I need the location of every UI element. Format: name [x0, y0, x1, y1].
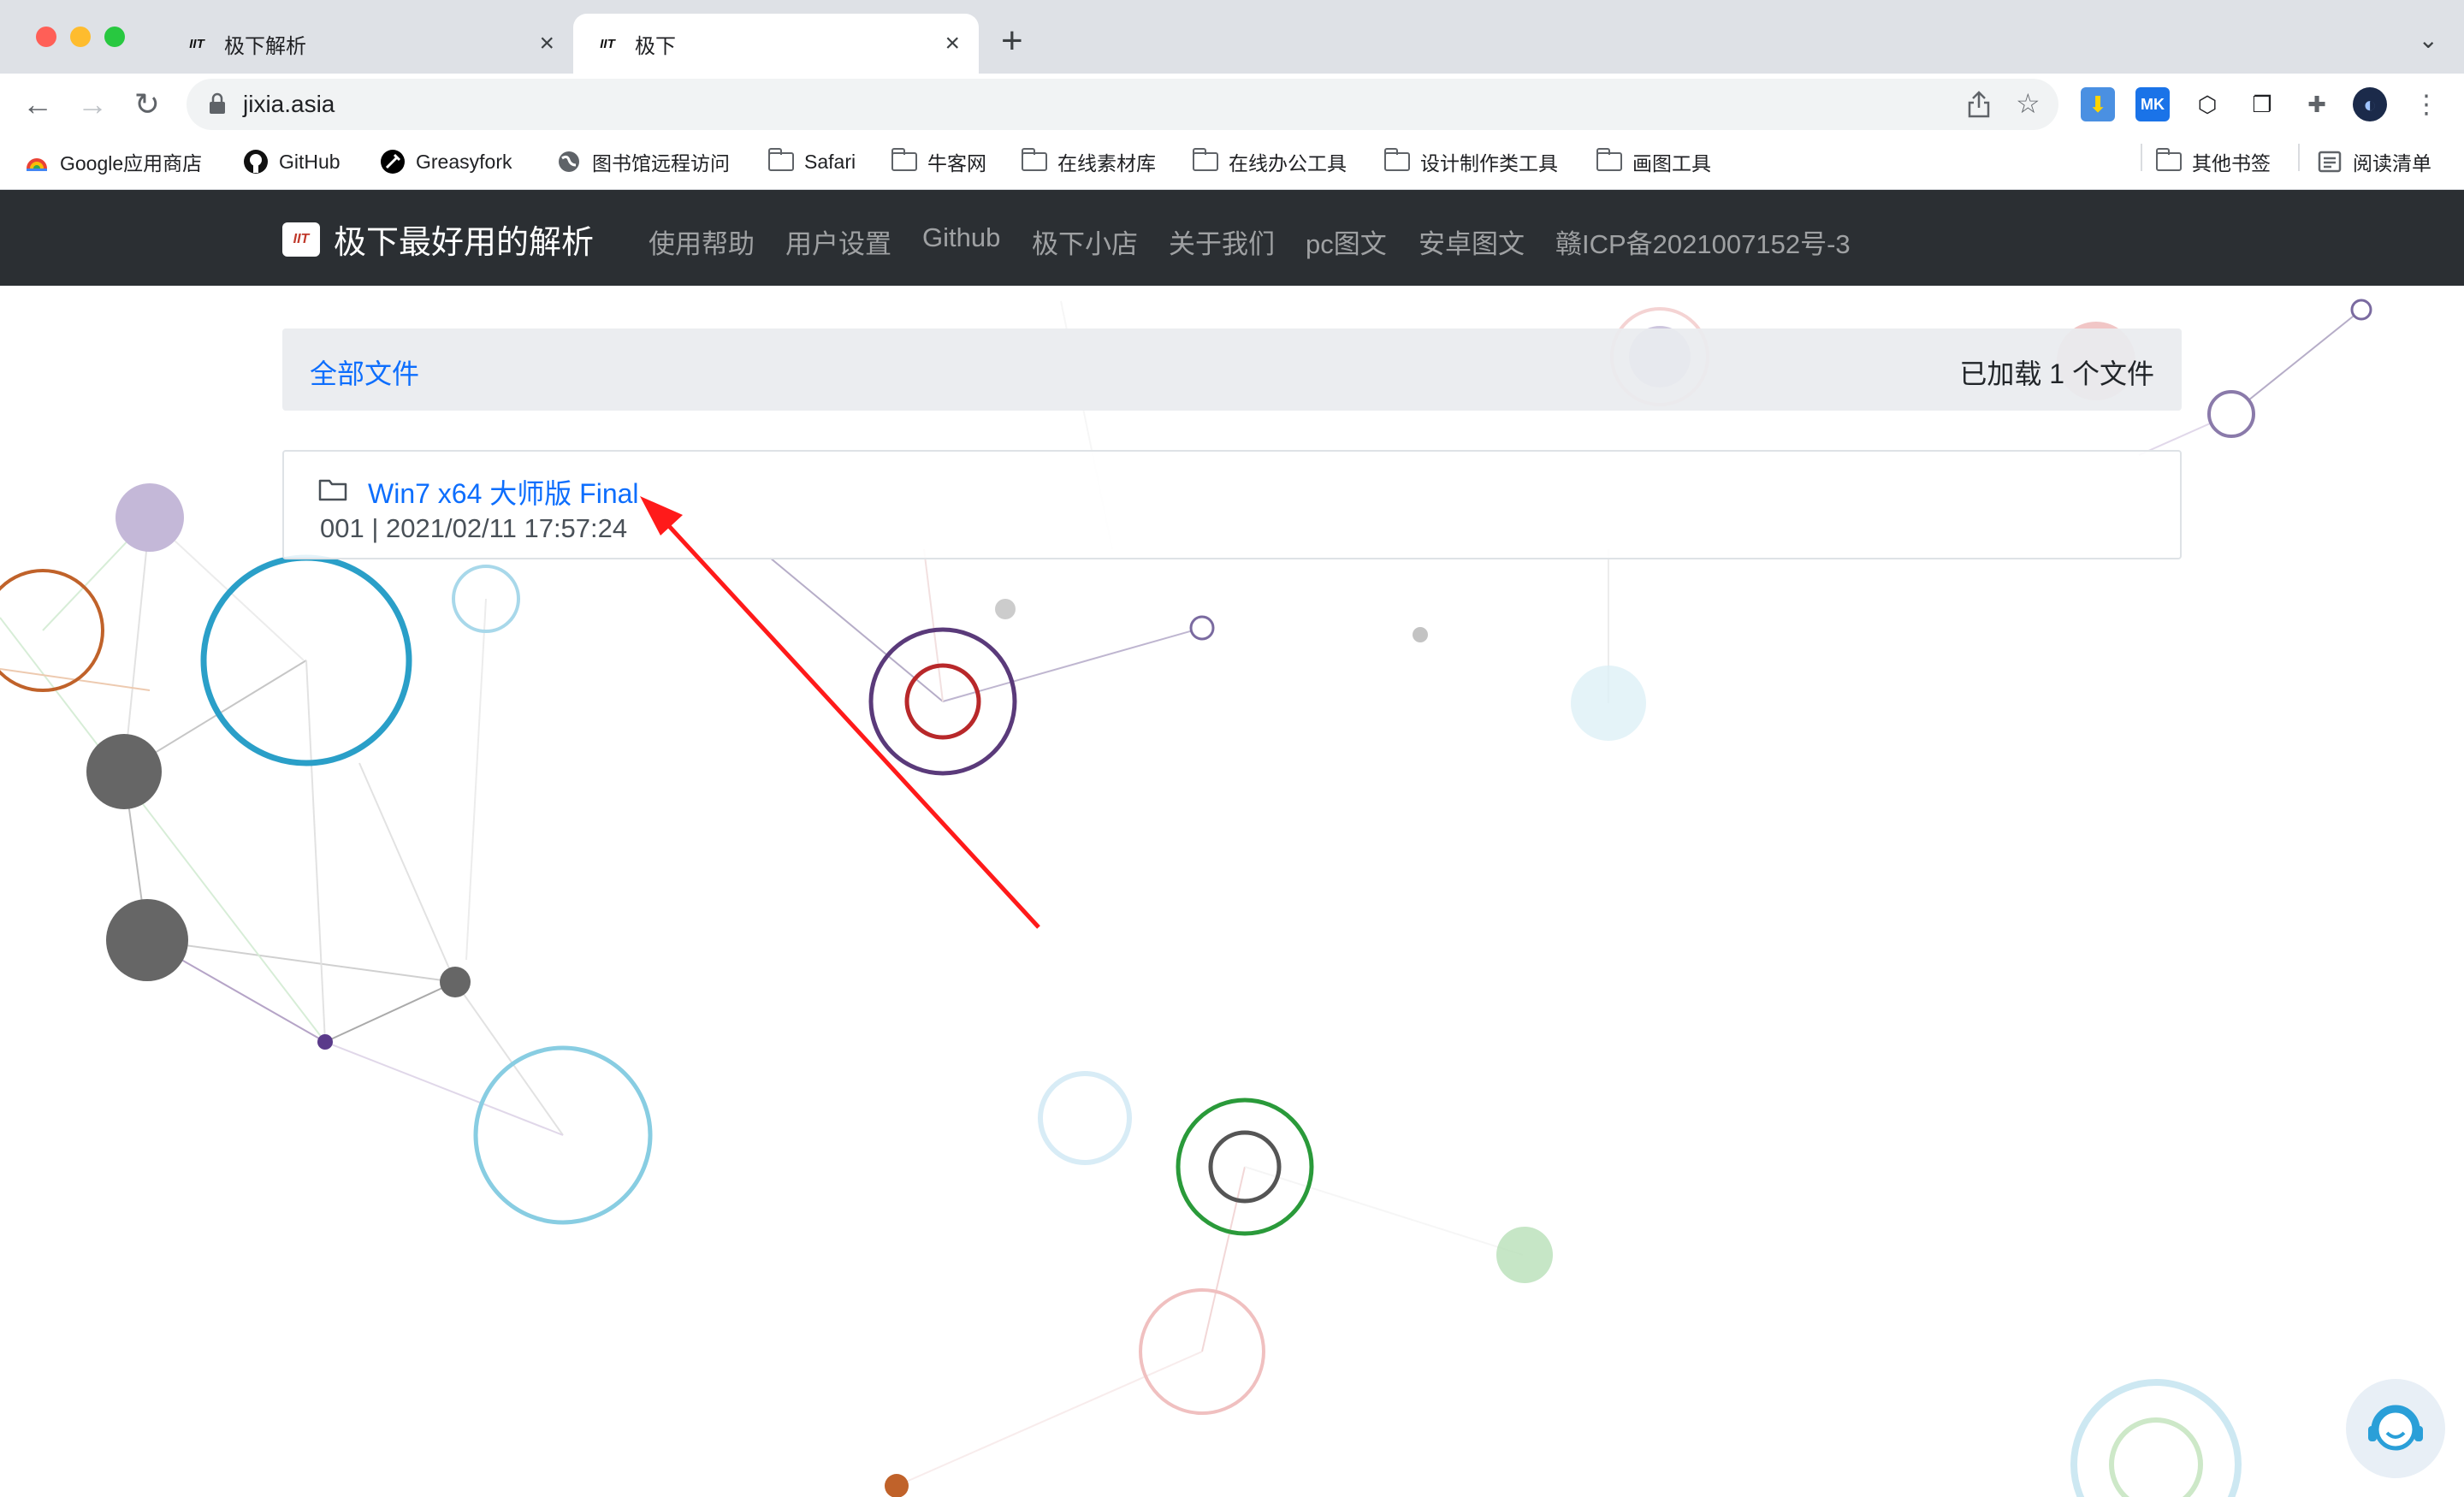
folder-icon	[1191, 148, 1220, 175]
download-extension-icon[interactable]: ⬇	[2081, 87, 2115, 121]
window-minimize-button[interactable]	[70, 27, 91, 47]
bookmark-folder-safari[interactable]: Safari	[767, 147, 856, 176]
folder-icon	[1595, 148, 1624, 175]
share-icon[interactable]	[1966, 91, 1992, 118]
bookmark-label: Google应用商店	[60, 152, 203, 175]
tab-title: 极下	[635, 34, 676, 58]
nav-link-help[interactable]: 使用帮助	[649, 222, 755, 261]
nav-link-android-guide[interactable]: 安卓图文	[1419, 222, 1525, 261]
nav-link-pc-guide[interactable]: pc图文	[1306, 222, 1387, 261]
bookmark-label: Greasyfork	[416, 150, 512, 173]
tab-close-icon[interactable]: ×	[539, 31, 554, 56]
tab-jixia[interactable]: IIT 极下 ×	[573, 14, 979, 74]
tab-jixia-parse[interactable]: IIT 极下解析 ×	[163, 14, 573, 74]
site-brand-name: 极下最好用的解析	[334, 225, 595, 261]
profile-avatar[interactable]: ◐	[2353, 87, 2387, 121]
tab-search-chevron-icon[interactable]: ⌄	[2419, 26, 2438, 54]
bookmark-label: 图书馆远程访问	[592, 152, 730, 175]
bookmark-folder-design[interactable]: 设计制作类工具	[1383, 147, 1558, 176]
nav-link-user-settings[interactable]: 用户设置	[785, 222, 891, 261]
bookmark-other-folder[interactable]: 其他书签	[2154, 147, 2271, 176]
site-navbar: IIT 极下最好用的解析 使用帮助 用户设置 Github 极下小店 关于我们 …	[0, 190, 2464, 286]
folder-icon	[318, 479, 347, 501]
site-brand[interactable]: IIT 极下最好用的解析	[282, 216, 594, 263]
nav-link-github[interactable]: Github	[922, 222, 1000, 253]
site-favicon-icon: IIT	[189, 36, 204, 51]
copy-extension-icon[interactable]: ❐	[2245, 87, 2279, 121]
back-button[interactable]: ←	[19, 86, 56, 123]
bookmark-github[interactable]: GitHub	[241, 147, 341, 176]
bookmarks-divider	[2298, 144, 2300, 171]
file-meta: 001 | 2021/02/11 17:57:24	[320, 513, 628, 543]
nav-link-icp[interactable]: 赣ICP备2021007152号-3	[1555, 222, 1851, 261]
browser-toolbar: ← → ↻ jixia.asia ☆ ⬇ MK ⬡ ❐ ✚ ◐ ⋮	[0, 74, 2464, 135]
github-icon	[241, 149, 270, 175]
reading-list-icon	[2315, 149, 2344, 175]
bookmark-label: 在线素材库	[1057, 152, 1156, 175]
reload-button[interactable]: ↻	[128, 86, 166, 123]
web-page: IIT 极下最好用的解析 使用帮助 用户设置 Github 极下小店 关于我们 …	[0, 190, 2464, 1497]
new-tab-button[interactable]: +	[1001, 22, 1023, 60]
window-zoom-button[interactable]	[104, 27, 125, 47]
bookmark-folder-nowcoder[interactable]: 牛客网	[890, 147, 986, 176]
greasyfork-icon	[378, 149, 407, 175]
bookmark-label: GitHub	[279, 150, 341, 173]
customer-support-button[interactable]	[2346, 1379, 2445, 1478]
site-favicon-icon: IIT	[600, 36, 615, 51]
google-store-icon	[22, 149, 51, 175]
folder-icon	[890, 148, 919, 175]
globe-icon	[554, 149, 583, 175]
bookmark-star-icon[interactable]: ☆	[2016, 87, 2040, 120]
forward-button[interactable]: →	[74, 86, 111, 123]
nav-link-about[interactable]: 关于我们	[1169, 222, 1275, 261]
lock-icon	[210, 92, 225, 114]
hexagon-extension-icon[interactable]: ⬡	[2190, 87, 2224, 121]
tab-close-icon[interactable]: ×	[945, 31, 960, 56]
url-text: jixia.asia	[243, 91, 335, 117]
browser-menu-icon[interactable]: ⋮	[2409, 87, 2443, 121]
bookmarks-divider	[2141, 144, 2142, 171]
bookmark-label: 牛客网	[927, 152, 986, 175]
bookmark-label: 画图工具	[1632, 152, 1711, 175]
bookmark-folder-materials[interactable]: 在线素材库	[1020, 147, 1156, 176]
file-list-item[interactable]: Win7 x64 大师版 Final 001 | 2021/02/11 17:5…	[282, 450, 2182, 559]
bookmark-label: 设计制作类工具	[1420, 152, 1558, 175]
folder-icon	[2154, 148, 2183, 175]
breadcrumb: 全部文件 已加载 1 个文件	[282, 328, 2182, 411]
loaded-file-count: 已加载 1 个文件	[1959, 358, 2154, 389]
file-name-link[interactable]: Win7 x64 大师版 Final	[368, 472, 639, 512]
bookmark-folder-drawing[interactable]: 画图工具	[1595, 147, 1711, 176]
reading-list-button[interactable]: 阅读清单	[2315, 147, 2431, 176]
ms-extension-icon[interactable]: MK	[2135, 87, 2170, 121]
folder-icon	[1383, 148, 1412, 175]
bookmark-greasyfork[interactable]: Greasyfork	[378, 147, 512, 176]
tab-title: 极下解析	[224, 34, 306, 58]
site-logo-icon: IIT	[282, 222, 320, 257]
address-bar[interactable]: jixia.asia ☆	[187, 79, 2058, 130]
bookmark-label: 阅读清单	[2353, 152, 2431, 175]
headset-icon	[2368, 1405, 2423, 1451]
browser-tabstrip: IIT 极下解析 × IIT 极下 × + ⌄	[0, 0, 2464, 74]
window-close-button[interactable]	[36, 27, 56, 47]
bookmark-google-store[interactable]: Google应用商店	[22, 147, 202, 176]
bookmark-label: 其他书签	[2192, 152, 2271, 175]
extensions-puzzle-icon[interactable]: ✚	[2300, 87, 2334, 121]
bookmark-label: 在线办公工具	[1229, 152, 1347, 175]
bookmark-label: Safari	[804, 150, 856, 173]
breadcrumb-all-files-link[interactable]: 全部文件	[310, 352, 419, 392]
folder-icon	[1020, 148, 1049, 175]
bookmarks-bar: Google应用商店 GitHub Greasyfork 图书馆远程访问 Saf…	[0, 135, 2464, 190]
folder-icon	[767, 148, 796, 175]
nav-link-shop[interactable]: 极下小店	[1032, 222, 1138, 261]
bookmark-library-remote[interactable]: 图书馆远程访问	[554, 147, 730, 176]
bookmark-folder-office[interactable]: 在线办公工具	[1191, 147, 1347, 176]
